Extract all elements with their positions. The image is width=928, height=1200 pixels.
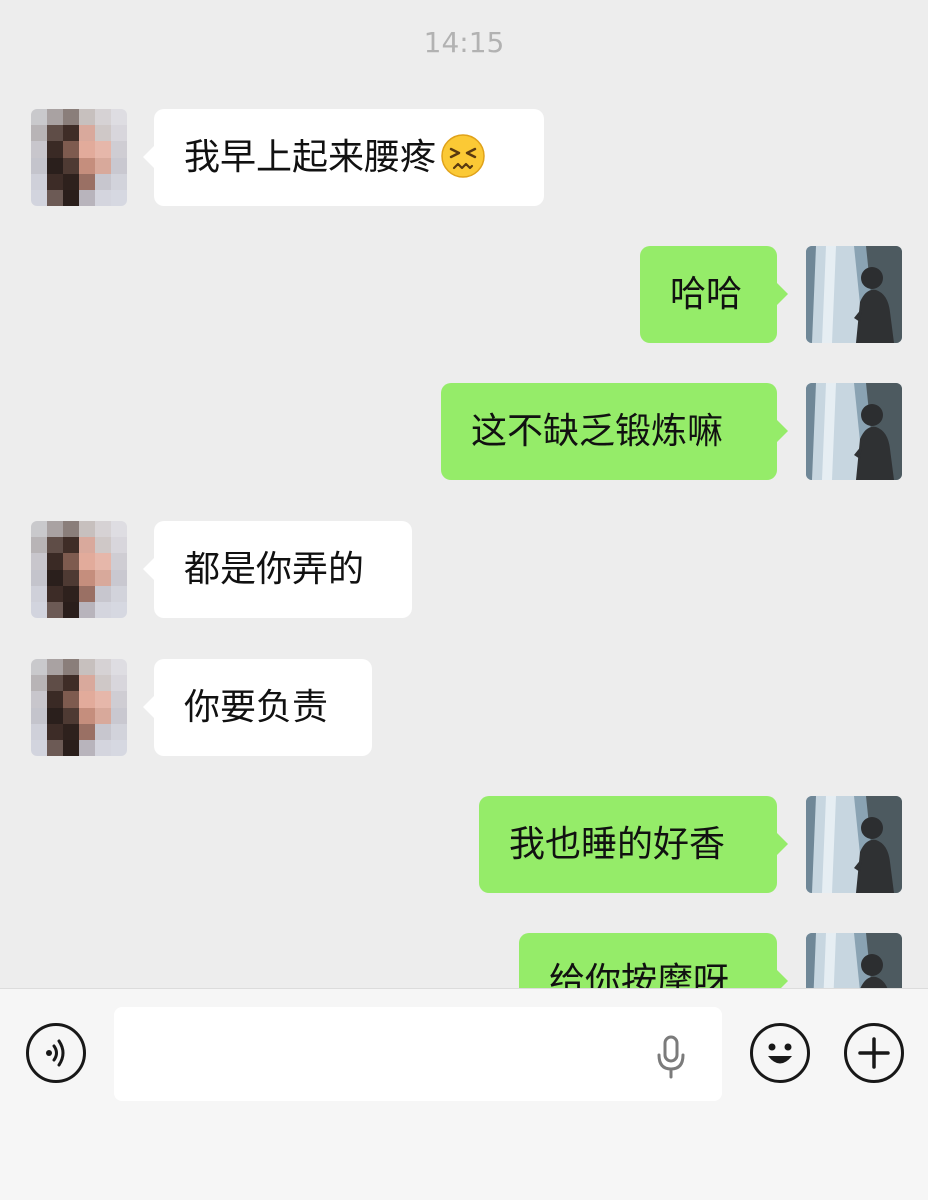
message-row: 哈哈 — [0, 246, 928, 343]
emoji-icon — [768, 1043, 792, 1064]
pixelated-avatar-image — [31, 659, 127, 756]
message-row: 给你按摩呀 — [0, 933, 928, 988]
message-row: 你要负责 — [0, 659, 928, 756]
more-options-button[interactable] — [844, 1023, 904, 1083]
message-input[interactable] — [114, 1007, 722, 1101]
plus-icon — [858, 1037, 890, 1069]
message-bubble[interactable]: 你要负责 — [143, 659, 372, 756]
contact-avatar[interactable] — [31, 521, 127, 618]
user-avatar[interactable] — [806, 933, 902, 988]
persevering-face-emoji-icon — [441, 134, 485, 178]
message-bubble[interactable]: 我也睡的好香 — [479, 796, 788, 893]
message-bubble[interactable]: 给你按摩呀 — [519, 933, 788, 988]
message-text: 我也睡的好香 — [509, 824, 726, 865]
chat-screen: 14:15 我早上起来腰疼 哈哈 这不缺乏锻炼嘛 都是你弄的 你要负责 我也睡的… — [0, 0, 928, 1200]
message-row: 这不缺乏锻炼嘛 — [0, 383, 928, 480]
message-text: 你要负责 — [184, 687, 329, 728]
message-bubble[interactable]: 我早上起来腰疼 — [143, 109, 544, 206]
user-avatar[interactable] — [806, 796, 902, 893]
message-bubble[interactable]: 都是你弄的 — [143, 521, 412, 618]
message-row: 都是你弄的 — [0, 521, 928, 618]
waterfall-avatar-image — [806, 383, 902, 480]
message-row: 我也睡的好香 — [0, 796, 928, 893]
message-text: 给你按摩呀 — [549, 961, 730, 988]
message-text: 我早上起来腰疼 — [184, 137, 437, 178]
message-text: 哈哈 — [670, 274, 743, 315]
contact-avatar[interactable] — [31, 109, 127, 206]
message-list[interactable]: 14:15 我早上起来腰疼 哈哈 这不缺乏锻炼嘛 都是你弄的 你要负责 我也睡的… — [0, 0, 928, 988]
message-text: 这不缺乏锻炼嘛 — [471, 411, 724, 452]
contact-avatar[interactable] — [31, 659, 127, 756]
user-avatar[interactable] — [806, 383, 902, 480]
waterfall-avatar-image — [806, 796, 902, 893]
message-bubble[interactable]: 这不缺乏锻炼嘛 — [441, 383, 788, 480]
message-row: 我早上起来腰疼 — [0, 109, 928, 206]
waterfall-avatar-image — [806, 246, 902, 343]
waterfall-avatar-image — [806, 933, 902, 988]
pixelated-avatar-image — [31, 109, 127, 206]
message-timestamp: 14:15 — [423, 26, 505, 59]
message-bubble[interactable]: 哈哈 — [640, 246, 788, 343]
microphone-icon[interactable] — [656, 1035, 686, 1079]
voice-icon — [46, 1039, 65, 1067]
user-avatar[interactable] — [806, 246, 902, 343]
input-bar — [0, 988, 928, 1200]
voice-mode-button[interactable] — [26, 1023, 86, 1083]
message-text: 都是你弄的 — [184, 549, 365, 590]
pixelated-avatar-image — [31, 521, 127, 618]
emoji-button[interactable] — [750, 1023, 810, 1083]
